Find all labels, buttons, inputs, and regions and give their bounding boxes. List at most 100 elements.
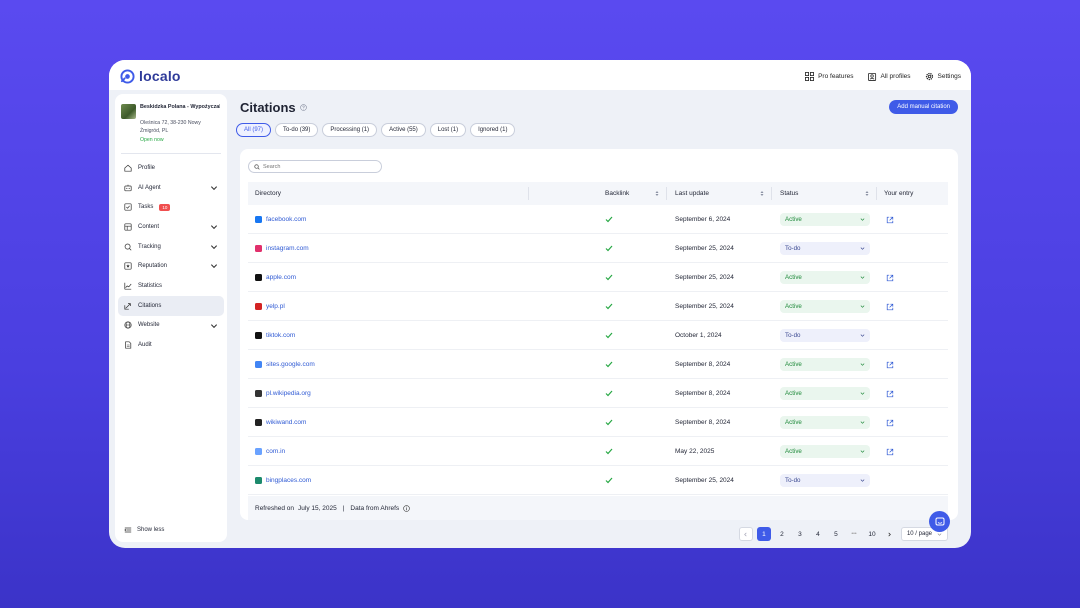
business-address: Oleśnica 72, 38-230 Nowy Żmigród, PL bbox=[140, 120, 201, 134]
all-profiles-button[interactable]: All profiles bbox=[867, 72, 911, 81]
your-entry-cell bbox=[886, 379, 894, 408]
status-cell: Active bbox=[780, 379, 870, 408]
status-select[interactable]: Active bbox=[780, 358, 870, 371]
column-last-update[interactable]: Last update bbox=[675, 182, 709, 205]
logo[interactable]: localo bbox=[120, 68, 181, 84]
filter-ignored[interactable]: Ignored (1) bbox=[470, 123, 516, 137]
sidebar-item-reputation[interactable]: Reputation bbox=[118, 256, 224, 276]
chat-support-button[interactable] bbox=[929, 511, 950, 532]
sidebar-item-label: Content bbox=[138, 223, 160, 230]
directory-link[interactable]: tiktok.com bbox=[255, 332, 295, 339]
directory-link[interactable]: sites.google.com bbox=[255, 361, 315, 368]
show-less-button[interactable]: Show less bbox=[124, 526, 164, 534]
status-select[interactable]: Active bbox=[780, 416, 870, 429]
prev-page-button[interactable] bbox=[738, 527, 753, 541]
filter-lost[interactable]: Lost (1) bbox=[429, 123, 467, 137]
citations-table-card: Directory Backlink Last update Status Yo… bbox=[240, 149, 958, 520]
top-bar: localo Pro features All profiles Setting… bbox=[109, 60, 971, 90]
directory-link[interactable]: pl.wikipedia.org bbox=[255, 390, 311, 397]
chevron-down-icon bbox=[860, 479, 865, 482]
page-2-button[interactable]: 2 bbox=[775, 527, 789, 541]
page-10-button[interactable]: 10 bbox=[865, 527, 879, 541]
globe-icon bbox=[124, 321, 132, 329]
directory-name: bingplaces.com bbox=[266, 477, 312, 484]
sidebar-item-citations[interactable]: Citations bbox=[118, 295, 224, 316]
status-select[interactable]: Active bbox=[780, 271, 870, 284]
status-select[interactable]: Active bbox=[780, 300, 870, 313]
external-link-icon[interactable] bbox=[886, 448, 894, 456]
help-icon[interactable] bbox=[299, 104, 307, 111]
column-backlink-label: Backlink bbox=[605, 190, 630, 197]
sidebar-item-tracking[interactable]: Tracking bbox=[118, 237, 224, 257]
status-select[interactable]: To-do bbox=[780, 329, 870, 342]
sidebar-item-website[interactable]: Website bbox=[118, 316, 224, 336]
filter-all[interactable]: All (97) bbox=[236, 123, 272, 137]
directory-link[interactable]: bingplaces.com bbox=[255, 477, 311, 484]
next-page-button[interactable] bbox=[883, 527, 897, 541]
filter-processing[interactable]: Processing (1) bbox=[322, 123, 378, 137]
status-cell: To-do bbox=[780, 466, 870, 495]
jump-pages-ellipsis[interactable]: ••• bbox=[847, 527, 861, 541]
checkmark-icon bbox=[605, 477, 613, 484]
filter-active[interactable]: Active (55) bbox=[381, 123, 426, 137]
page-4-button[interactable]: 4 bbox=[811, 527, 825, 541]
directory-link[interactable]: facebook.com bbox=[255, 216, 306, 223]
external-link-icon[interactable] bbox=[886, 361, 894, 369]
directory-link[interactable]: com.in bbox=[255, 448, 285, 455]
pro-features-button[interactable]: Pro features bbox=[805, 72, 854, 81]
page-1-button[interactable]: 1 bbox=[756, 527, 771, 541]
sidebar-item-audit[interactable]: Audit bbox=[118, 335, 224, 355]
info-icon[interactable] bbox=[403, 504, 410, 512]
sidebar-item-ai-agent[interactable]: AI Agent bbox=[118, 178, 224, 198]
table-row: bingplaces.com September 25, 2024 To-do bbox=[248, 466, 948, 495]
chat-icon bbox=[935, 517, 944, 525]
status-select[interactable]: Active bbox=[780, 387, 870, 400]
directory-cell: yelp.pl bbox=[255, 292, 285, 321]
column-separator bbox=[876, 187, 877, 200]
directory-link[interactable]: instagram.com bbox=[255, 245, 309, 252]
directory-link[interactable]: wikiwand.com bbox=[255, 419, 306, 426]
sidebar-item-content[interactable]: Content bbox=[118, 217, 224, 237]
directory-link[interactable]: yelp.pl bbox=[255, 303, 285, 310]
refreshed-date: July 15, 2025 bbox=[298, 504, 337, 512]
robot-icon bbox=[124, 184, 132, 191]
checkmark-icon bbox=[605, 419, 613, 426]
your-entry-cell bbox=[886, 263, 894, 292]
settings-button[interactable]: Settings bbox=[925, 72, 961, 81]
sort-icon[interactable] bbox=[760, 190, 764, 197]
external-link-icon[interactable] bbox=[886, 216, 894, 224]
status-select[interactable]: To-do bbox=[780, 474, 870, 487]
page-5-button[interactable]: 5 bbox=[829, 527, 843, 541]
external-link-icon[interactable] bbox=[886, 419, 894, 427]
sort-icon[interactable] bbox=[865, 190, 869, 197]
column-status[interactable]: Status bbox=[780, 182, 798, 205]
sidebar-item-tasks[interactable]: Tasks 10 bbox=[118, 197, 224, 217]
external-link-icon[interactable] bbox=[886, 274, 894, 282]
backlink-cell bbox=[605, 321, 613, 350]
sidebar-item-profile[interactable]: Profile bbox=[118, 158, 224, 178]
external-link-icon[interactable] bbox=[886, 390, 894, 398]
status-value: Active bbox=[785, 448, 802, 455]
reputation-icon bbox=[124, 262, 132, 270]
search-box[interactable] bbox=[248, 160, 382, 173]
table-row: tiktok.com October 1, 2024 To-do bbox=[248, 321, 948, 350]
status-select[interactable]: Active bbox=[780, 213, 870, 226]
sort-icon[interactable] bbox=[655, 190, 659, 197]
checkmark-icon bbox=[605, 274, 613, 281]
status-select[interactable]: To-do bbox=[780, 242, 870, 255]
directory-link[interactable]: apple.com bbox=[255, 274, 296, 281]
directory-cell: wikiwand.com bbox=[255, 408, 306, 437]
all-profiles-label: All profiles bbox=[880, 73, 911, 80]
status-select[interactable]: Active bbox=[780, 445, 870, 458]
sidebar-item-statistics[interactable]: Statistics bbox=[118, 276, 224, 296]
status-value: Active bbox=[785, 303, 802, 310]
backlink-cell bbox=[605, 292, 613, 321]
column-backlink[interactable]: Backlink bbox=[605, 182, 629, 205]
search-input[interactable] bbox=[263, 163, 373, 170]
external-link-icon[interactable] bbox=[886, 303, 894, 311]
backlink-cell bbox=[605, 408, 613, 437]
page-3-button[interactable]: 3 bbox=[793, 527, 807, 541]
add-manual-citation-button[interactable]: Add manual citation bbox=[889, 100, 958, 114]
filter-to-do[interactable]: To-do (39) bbox=[275, 123, 319, 137]
last-update-cell: September 25, 2024 bbox=[675, 245, 734, 252]
